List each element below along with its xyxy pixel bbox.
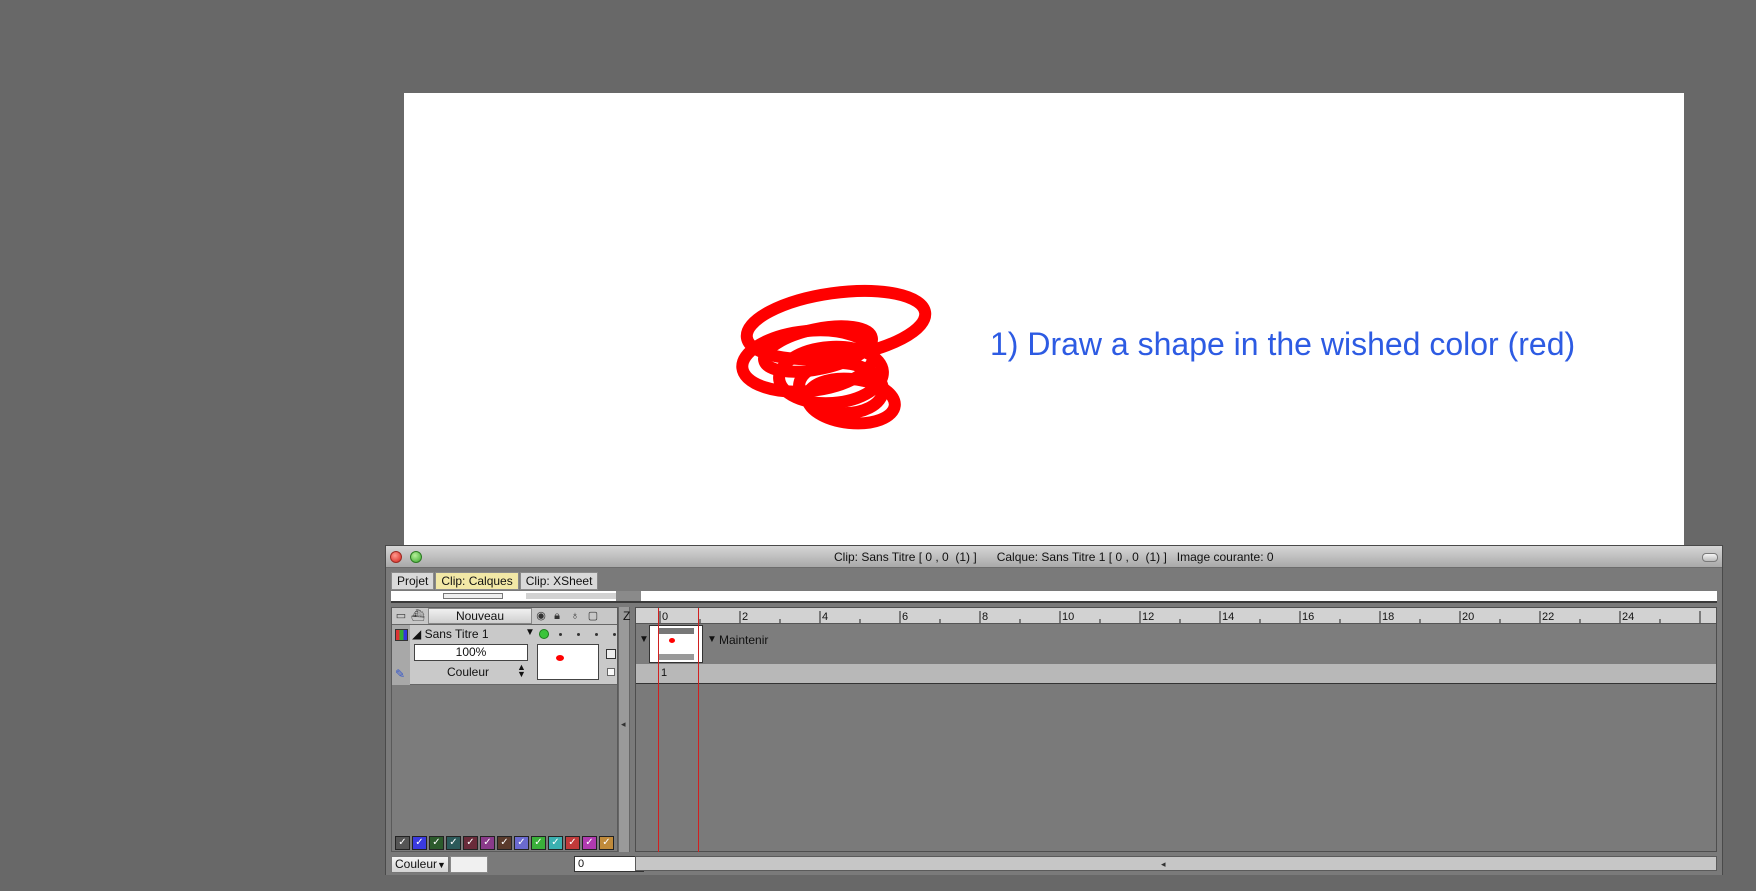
frame-number: 1	[661, 667, 668, 679]
color-mode-select[interactable]: Couleur▼	[391, 856, 449, 873]
ruler-tick-label: 24	[1622, 611, 1634, 623]
ruler-tick-label: 2	[742, 611, 748, 623]
layer-name-text: Sans Titre 1	[424, 627, 489, 641]
panel-splitter[interactable]: ◂	[618, 607, 630, 852]
scroll-thumb-icon[interactable]: ◂	[1161, 859, 1166, 870]
eye-icon[interactable]: ◉	[534, 610, 548, 622]
close-button[interactable]	[390, 551, 402, 563]
layer-icon[interactable]: ⛴	[411, 610, 425, 622]
ruler-tick-label: 10	[1062, 611, 1074, 623]
extra-flag[interactable]	[613, 633, 616, 636]
layer-flags	[539, 627, 619, 641]
current-frame-input[interactable]: 0	[574, 856, 644, 872]
current-frame-end-line[interactable]	[698, 608, 699, 853]
panel-title: Clip: Sans Titre [ 0 , 0 (1) ] Calque: S…	[834, 550, 1274, 564]
frame-number-row: 1	[636, 664, 1716, 684]
timeline-panel: Z 0 2 4 6 8 10 12 14 16 18 20 22 24 ▼ ▼ Maintenir 1	[623, 607, 1717, 853]
color-swatch[interactable]: ✓	[480, 836, 495, 850]
strip-field[interactable]	[443, 593, 503, 599]
ruler-tick-label: 18	[1382, 611, 1394, 623]
instruction-text: 1) Draw a shape in the wished color (red…	[990, 326, 1576, 362]
color-swatch[interactable]: ✓	[582, 836, 597, 850]
lock-flag[interactable]	[559, 633, 562, 636]
color-swatch[interactable]: ✓	[531, 836, 546, 850]
ruler-tick-label: 8	[982, 611, 988, 623]
ruler-tick-label: 0	[662, 611, 668, 623]
color-swatch[interactable]: ✓	[599, 836, 614, 850]
frame-icon[interactable]: ▢	[586, 610, 600, 622]
keyframe-bottom-bar	[658, 654, 694, 660]
ruler-tick-label: 6	[902, 611, 908, 623]
layer-type-icon	[395, 629, 408, 641]
frame-ruler[interactable]: Z 0 2 4 6 8 10 12 14 16 18 20 22 24	[623, 608, 1716, 624]
layer-thumbnail	[537, 644, 599, 680]
color-swatch[interactable]: ✓	[395, 836, 410, 850]
frame-flag[interactable]	[595, 633, 598, 636]
bulb-icon[interactable]: ♁	[568, 610, 582, 622]
layers-list-panel: ▭ ⛴ Nouveau ◉ 🔒︎ ♁ ▢ ✎ ◢ Sans Titre 1 ▼ …	[391, 607, 618, 852]
layer-row[interactable]: ✎ ◢ Sans Titre 1 ▼ 100% Couleur ▲ ▼	[392, 625, 617, 685]
color-swatch[interactable]: ✓	[429, 836, 444, 850]
ruler-tick-label: 22	[1542, 611, 1554, 623]
tab-clip-calques[interactable]: Clip: Calques	[435, 572, 519, 590]
color-swatch[interactable]: ✓	[514, 836, 529, 850]
color-swatch[interactable]: ✓	[446, 836, 461, 850]
top-strip	[391, 591, 1717, 603]
panel-bottom-bar: Couleur▼ 0 ◂▸ ◂	[386, 852, 1722, 875]
hold-dropdown-icon[interactable]: ▼	[707, 634, 717, 645]
layers-toolbar: ▭ ⛴ Nouveau ◉ 🔒︎ ♁ ▢	[392, 608, 617, 625]
strip-slider[interactable]	[526, 593, 616, 599]
opacity-field[interactable]: 100%	[414, 644, 528, 661]
new-layer-button[interactable]: Nouveau	[428, 608, 532, 624]
layer-track[interactable]: ▼ ▼ Maintenir	[636, 624, 1716, 664]
tab-projet[interactable]: Projet	[391, 572, 435, 590]
color-swatch[interactable]: ✓	[463, 836, 478, 850]
ruler-tick-label: 12	[1142, 611, 1154, 623]
zoom-button[interactable]	[410, 551, 422, 563]
ruler-tick-label: 16	[1302, 611, 1314, 623]
visible-indicator-icon[interactable]	[539, 629, 549, 639]
layer-color-strip: ✎	[392, 625, 410, 685]
layer-name[interactable]: ◢ Sans Titre 1	[412, 627, 489, 641]
current-frame-start-line[interactable]	[658, 608, 659, 853]
tab-clip-xsheet[interactable]: Clip: XSheet	[519, 572, 599, 590]
panel-tabs: Projet Clip: Calques Clip: XSheet	[391, 572, 599, 590]
current-color-swatch[interactable]	[450, 856, 488, 873]
chevron-down-icon: ▼	[437, 860, 446, 870]
keyframe-preview	[669, 638, 675, 643]
color-swatches: ✓ ✓ ✓ ✓ ✓ ✓ ✓ ✓ ✓ ✓ ✓ ✓ ✓	[395, 836, 616, 850]
red-scribble-shape	[736, 284, 932, 430]
ruler-tick-label: 4	[822, 611, 828, 623]
mask-toggle-icon[interactable]	[606, 649, 616, 659]
folder-icon[interactable]: ▭	[394, 610, 408, 622]
panel-titlebar[interactable]: Clip: Sans Titre [ 0 , 0 (1) ] Calque: S…	[386, 546, 1722, 568]
z-column-label: Z	[623, 609, 631, 623]
layers-panel-window: Clip: Sans Titre [ 0 , 0 (1) ] Calque: S…	[385, 545, 1723, 875]
blend-mode-select[interactable]: Couleur	[447, 665, 489, 679]
timeline-horizontal-scrollbar[interactable]: ◂	[635, 856, 1717, 871]
color-swatch[interactable]: ✓	[412, 836, 427, 850]
color-swatch[interactable]: ✓	[548, 836, 563, 850]
lock-icon[interactable]: 🔒︎	[550, 610, 564, 622]
keyframe-top-bar	[658, 628, 694, 634]
color-swatch[interactable]: ✓	[565, 836, 580, 850]
track-dropdown-icon[interactable]: ▼	[639, 634, 649, 645]
light-flag[interactable]	[577, 633, 580, 636]
strip-handle[interactable]	[616, 591, 641, 601]
splitter-handle-icon[interactable]: ◂	[621, 719, 626, 730]
collapse-button[interactable]	[1702, 553, 1718, 562]
ruler-ticks: 0 2 4 6 8 10 12 14 16 18 20 22 24	[659, 611, 1701, 623]
color-mode-value: Couleur	[395, 857, 438, 871]
drawing-canvas[interactable]: 1) Draw a shape in the wished color (red…	[404, 93, 1684, 546]
ruler-tick-label: 20	[1462, 611, 1474, 623]
layer-dropdown-icon[interactable]: ▼	[525, 627, 535, 638]
small-toggle-icon[interactable]	[607, 668, 615, 676]
color-swatch[interactable]: ✓	[497, 836, 512, 850]
pen-icon: ✎	[395, 667, 406, 681]
blend-mode-stepper-icon[interactable]: ▲ ▼	[517, 663, 526, 679]
ruler-tick-label: 14	[1222, 611, 1234, 623]
hold-label[interactable]: Maintenir	[719, 633, 768, 647]
